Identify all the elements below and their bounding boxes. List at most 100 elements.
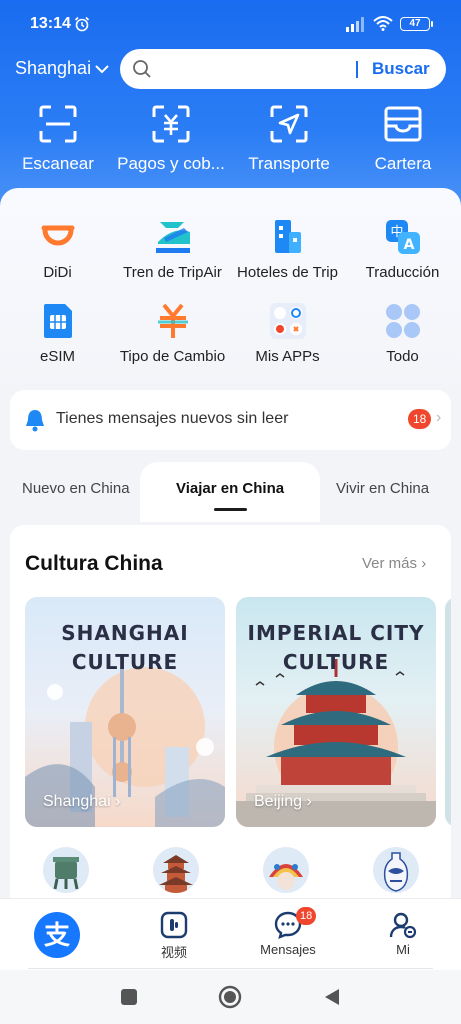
translate-icon: 中A <box>384 218 422 256</box>
city-label: Shanghai <box>15 58 92 78</box>
bottom-navigation: 支 视频 18 Mensajes Mi <box>0 898 461 970</box>
messages-badge: 18 <box>296 907 317 925</box>
service-label: Tipo de Cambio <box>119 348 226 365</box>
city-selector[interactable]: Shanghai <box>15 58 109 79</box>
nav-label: 视频 <box>160 945 187 960</box>
quick-action-label: Cartera <box>374 154 432 173</box>
service-translate[interactable]: 中A Traducción <box>345 218 460 281</box>
esim-icon <box>39 302 77 340</box>
quick-action-label: Pagos y cob... <box>117 154 225 173</box>
nav-label: Mi <box>396 942 410 957</box>
svg-text:支: 支 <box>44 921 70 951</box>
quick-action-label: Transporte <box>248 154 330 173</box>
home-button[interactable] <box>218 985 242 1009</box>
nav-video[interactable]: 视频 <box>154 911 194 961</box>
nav-divider <box>28 968 433 969</box>
service-all[interactable]: Todo <box>345 302 460 365</box>
search-icon <box>133 60 151 78</box>
poster-title: IMPERIAL CITY CULTURE <box>236 619 436 677</box>
section-title: Cultura China <box>25 552 163 575</box>
bronze-vessel-icon <box>53 857 79 890</box>
tab-vivir-en-china[interactable]: Vivir en China <box>336 480 429 497</box>
wifi-icon <box>373 16 393 31</box>
service-esim[interactable]: eSIM <box>0 302 115 365</box>
my-apps-icon <box>269 302 307 340</box>
service-label: Mis APPs <box>255 348 320 365</box>
see-more-link[interactable]: Ver más › <box>362 555 426 572</box>
all-icon <box>384 302 422 340</box>
poster-title-line2: CULTURE <box>282 650 390 674</box>
quick-action-payments[interactable]: Pagos y cob... <box>115 104 227 174</box>
next-poster-peek[interactable] <box>445 597 451 827</box>
service-exchange[interactable]: Tipo de Cambio <box>115 302 230 365</box>
transport-icon <box>270 105 308 143</box>
payment-icon <box>152 105 190 143</box>
quick-action-transport[interactable]: Transporte <box>245 104 333 174</box>
svg-text:A: A <box>403 237 414 253</box>
service-label: DiDi <box>43 264 72 281</box>
video-icon <box>160 911 188 939</box>
nav-label: Mensajes <box>260 942 316 957</box>
service-label: eSIM <box>39 348 75 365</box>
porcelain-vase-icon <box>383 852 409 892</box>
back-button[interactable] <box>323 987 341 1007</box>
recent-apps-button[interactable] <box>121 989 137 1005</box>
search-bar[interactable]: Buscar <box>120 49 446 89</box>
train-icon <box>154 218 192 256</box>
poster-city-label: Beijing › <box>254 793 312 810</box>
nav-profile[interactable]: Mi <box>388 911 418 957</box>
tab-nuevo-en-china[interactable]: Nuevo en China <box>22 480 130 497</box>
exchange-icon <box>154 302 192 340</box>
service-train[interactable]: Tren de TripAir <box>115 218 230 281</box>
battery-indicator: 47 <box>400 17 433 31</box>
culture-item-bronze[interactable] <box>43 847 89 893</box>
culture-item-opera[interactable] <box>263 847 309 893</box>
service-label: Hoteles de Trip <box>237 264 338 281</box>
opera-headdress-icon <box>269 864 303 890</box>
pagoda-icon <box>159 855 193 893</box>
service-label: Tren de TripAir <box>123 264 222 281</box>
service-label: Traducción <box>365 264 440 281</box>
poster-city-label: Shanghai › <box>43 793 121 810</box>
quick-action-wallet[interactable]: Cartera <box>372 104 434 174</box>
scan-icon <box>39 105 77 143</box>
unread-count-badge: 18 <box>408 409 432 429</box>
nav-home[interactable]: 支 <box>33 911 81 962</box>
chevron-right-icon: › <box>436 409 442 426</box>
poster-title-line1: IMPERIAL CITY <box>247 621 425 645</box>
system-navigation-bar <box>0 970 461 1024</box>
quick-action-scan[interactable]: Escanear <box>20 104 96 174</box>
wallet-icon <box>384 106 422 142</box>
culture-item-pagoda[interactable] <box>153 847 199 893</box>
poster-shanghai[interactable]: SHANGHAI CULTURE Shanghai › <box>25 597 225 827</box>
see-more-label: Ver más <box>362 555 418 572</box>
alarm-icon <box>74 16 90 32</box>
poster-title: SHANGHAI CULTURE <box>25 619 225 677</box>
category-tabs: Nuevo en China Viajar en China Vivir en … <box>0 462 461 522</box>
poster-beijing[interactable]: IMPERIAL CITY CULTURE Beijing › <box>236 597 436 827</box>
service-didi[interactable]: DiDi <box>0 218 115 281</box>
chevron-down-icon <box>95 64 109 73</box>
header: 13:14 47 Shanghai Buscar Escanear Pagos … <box>0 0 461 215</box>
nav-messages[interactable]: 18 Mensajes <box>259 907 317 957</box>
signal-icon <box>346 17 364 32</box>
culture-section: Cultura China Ver más › SHANGHAI CULTURE … <box>10 525 451 910</box>
service-my-apps[interactable]: Mis APPs <box>230 302 345 365</box>
culture-item-porcelain[interactable] <box>373 847 419 893</box>
hotel-icon <box>269 218 307 256</box>
alipay-icon: 支 <box>34 912 80 958</box>
poster-title-line2: CULTURE <box>71 650 179 674</box>
poster-title-line1: SHANGHAI <box>61 621 189 645</box>
didi-icon <box>39 218 77 256</box>
bell-icon <box>26 410 44 432</box>
service-hotels[interactable]: Hoteles de Trip <box>230 218 345 281</box>
unread-messages-banner[interactable]: Tienes mensajes nuevos sin leer 18 › <box>10 390 451 450</box>
search-divider <box>356 61 358 78</box>
active-tab-indicator <box>214 508 247 511</box>
service-label: Todo <box>386 348 419 365</box>
quick-action-label: Escanear <box>22 154 94 173</box>
banner-text: Tienes mensajes nuevos sin leer <box>56 410 289 427</box>
status-time: 13:14 <box>30 15 71 32</box>
tab-viajar-en-china[interactable]: Viajar en China <box>176 480 284 497</box>
search-button[interactable]: Buscar <box>372 59 430 79</box>
